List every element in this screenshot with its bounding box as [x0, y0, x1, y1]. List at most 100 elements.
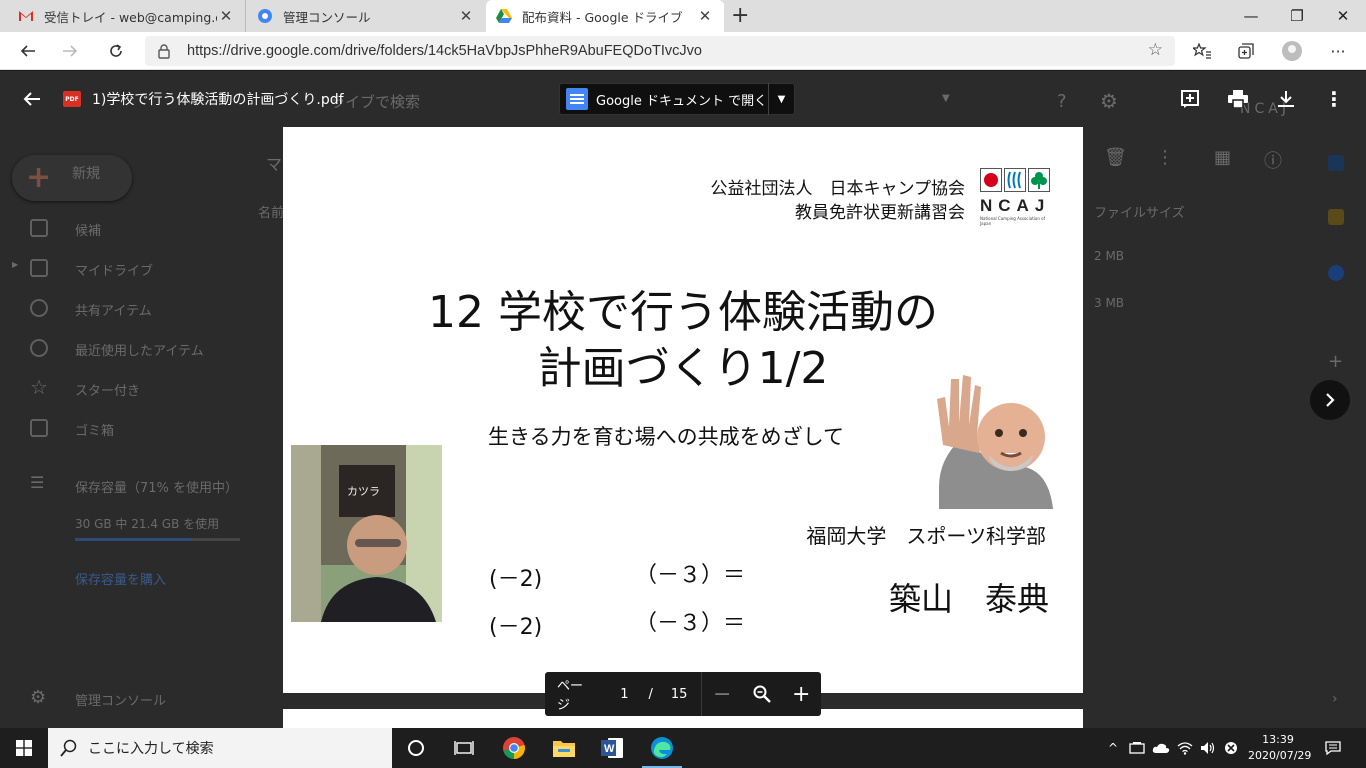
zoom-reset-button[interactable] [742, 672, 782, 716]
windows-logo-icon [16, 740, 32, 756]
onedrive-icon[interactable] [1150, 728, 1172, 768]
sidebar-item-suggested: 候補 [75, 224, 102, 239]
shared-icon [30, 299, 48, 317]
search-icon [60, 739, 77, 757]
tab-admin-console[interactable]: 管理コンソール ✕ [247, 0, 485, 32]
word-icon[interactable]: W [588, 728, 636, 768]
minimize-button[interactable]: — [1228, 0, 1274, 32]
sun-emblem-icon [980, 168, 1002, 192]
task-view-icon[interactable] [440, 728, 488, 768]
print-button[interactable] [1222, 83, 1254, 115]
browser-tab-bar: 受信トレイ - web@camping.or.jp ✕ 管理コンソール ✕ 配布… [0, 0, 1366, 32]
arrow-right-icon [63, 45, 78, 57]
close-tab-icon[interactable]: ✕ [457, 7, 475, 25]
trash-icon [30, 419, 48, 437]
tab-gmail[interactable]: 受信トレイ - web@camping.or.jp ✕ [8, 0, 246, 32]
close-window-button[interactable]: ✕ [1320, 0, 1366, 32]
add-addon-icon: + [1328, 351, 1344, 372]
storage-used: 30 GB 中 21.4 GB を使用 [75, 517, 220, 531]
memoji-avatar [919, 367, 1053, 509]
more-actions-icon[interactable]: ⋮ [1318, 83, 1350, 115]
grid-view-icon: ▦ [1214, 147, 1232, 168]
pdf-page: 公益社団法人 日本キャンプ協会 教員免許状更新講習会 NCAJ National… [283, 127, 1083, 693]
sidebar-item-shared: 共有アイテム [75, 304, 152, 319]
start-button[interactable] [0, 728, 48, 768]
close-viewer-button[interactable] [16, 83, 48, 115]
arrow-left-icon [20, 45, 35, 57]
page-separator: / [648, 686, 653, 702]
download-button[interactable] [1270, 83, 1302, 115]
storage-bar [75, 538, 240, 541]
tray-expand-icon[interactable]: ^ [1104, 728, 1122, 768]
notification-icon[interactable] [1318, 728, 1348, 768]
star-icon[interactable]: ☆ [1148, 40, 1163, 60]
add-comment-icon [1181, 90, 1199, 108]
file-name: 1)学校で行う体験活動の計画づくり.pdf [92, 92, 344, 108]
plus-icon: + [26, 160, 52, 195]
back-button[interactable] [10, 32, 46, 70]
gmail-icon [18, 8, 34, 24]
tab-title: 管理コンソール [283, 9, 371, 25]
wifi-icon[interactable] [1174, 728, 1196, 768]
storage-bar-fill [75, 538, 193, 541]
favorites-icon[interactable] [1184, 32, 1220, 70]
tab-google-drive[interactable]: 配布資料 - Google ドライブ ✕ [486, 0, 724, 32]
new-tab-button[interactable]: + [731, 3, 749, 29]
maximize-button[interactable]: ❐ [1274, 0, 1320, 32]
clock-date: 2020/07/29 [1248, 749, 1312, 762]
profile-avatar[interactable] [1274, 32, 1310, 70]
chevron-down-icon[interactable]: ▼ [768, 83, 794, 115]
equation-2-right: （－３）＝ [635, 611, 746, 636]
print-icon [1228, 90, 1248, 108]
system-clock[interactable]: 13:39 2020/07/29 [1248, 732, 1312, 764]
google-docs-icon [566, 88, 588, 110]
next-file-button[interactable] [1310, 380, 1350, 420]
current-page[interactable]: 1 [620, 687, 628, 702]
presenter-photo: カツラ [291, 445, 442, 622]
tree-emblem-icon [1028, 168, 1050, 192]
volume-icon[interactable] [1197, 728, 1219, 768]
edge-icon[interactable] [638, 728, 686, 768]
sidebar-item-trash: ゴミ箱 [75, 424, 115, 439]
input-method-icon[interactable] [1220, 728, 1242, 768]
ncaj-logo-caption: National Camping Association of Japan [980, 216, 1045, 226]
file-size: 3 MB [1094, 296, 1125, 310]
total-pages: 15 [670, 686, 688, 702]
suggested-icon [30, 219, 48, 237]
download-icon [1278, 91, 1294, 107]
equation-1-right: （－３）＝ [635, 563, 746, 588]
cortana-icon[interactable] [392, 728, 440, 768]
ncaj-logo-text: NCAJ [980, 196, 1051, 215]
magnifier-icon [753, 685, 771, 703]
collections-icon[interactable] [1228, 32, 1264, 70]
buy-storage-link: 保存容量を購入 [75, 573, 167, 588]
more-options-icon[interactable]: ··· [1320, 32, 1356, 70]
admin-console-icon [257, 8, 273, 24]
open-with-label: Google ドキュメント で開く [596, 93, 768, 109]
reload-button[interactable] [98, 32, 134, 70]
windows-taskbar: ここに入力して検索 W ^ 13:39 2020/07/29 [0, 728, 1366, 768]
chrome-icon[interactable] [490, 728, 538, 768]
admin-console-link: 管理コンソール [75, 694, 167, 709]
zoom-in-button[interactable]: + [781, 672, 821, 716]
close-tab-icon[interactable]: ✕ [696, 7, 714, 25]
file-explorer-icon[interactable] [540, 728, 588, 768]
ncaj-logo: NCAJ National Camping Association of Jap… [980, 168, 1052, 232]
clock-icon [30, 339, 48, 357]
equation-2-left: (－2) [489, 615, 543, 640]
close-tab-icon[interactable]: ✕ [217, 7, 235, 25]
forward-button[interactable] [52, 32, 88, 70]
address-bar[interactable]: https://drive.google.com/drive/folders/1… [145, 36, 1175, 66]
open-with-docs-button[interactable]: Google ドキュメント で開く ▼ [559, 83, 795, 115]
add-comment-button[interactable] [1174, 83, 1206, 115]
reload-icon [110, 44, 122, 57]
more-vert-icon: ⋮ [1156, 147, 1174, 168]
lock-icon [158, 44, 170, 59]
sidebar-item-starred: スター付き [75, 384, 141, 399]
chevron-right-icon: › [1332, 691, 1338, 707]
page-indicator: ページ 1 / 15 [545, 675, 687, 713]
usb-device-icon[interactable] [1126, 728, 1148, 768]
zoom-out-button[interactable]: − [702, 672, 742, 716]
taskbar-search[interactable]: ここに入力して検索 [48, 728, 392, 768]
equation-1-left: (－2) [489, 567, 543, 592]
